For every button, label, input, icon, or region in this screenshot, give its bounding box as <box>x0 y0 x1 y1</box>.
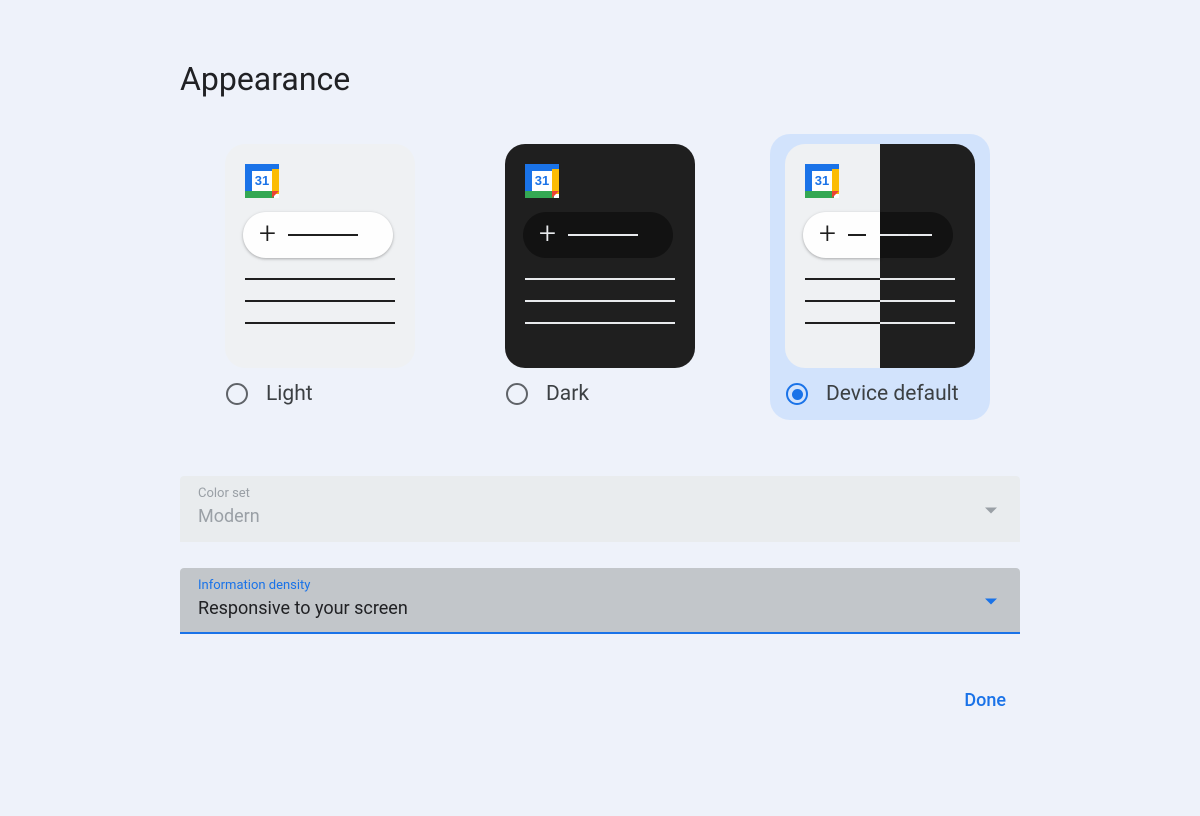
plus-icon: + <box>539 219 556 249</box>
theme-preview-device: 31 + <box>785 144 975 368</box>
dialog-title: Appearance <box>180 60 1020 98</box>
color-set-label: Color set <box>198 486 1002 502</box>
appearance-fields: Color set Modern Information density Res… <box>180 476 1020 634</box>
calendar-icon: 31 <box>805 164 839 198</box>
svg-text:31: 31 <box>535 173 549 188</box>
preview-lines <box>525 278 675 344</box>
preview-bar <box>288 234 358 236</box>
color-set-value: Modern <box>198 506 1002 527</box>
preview-create-pill: + <box>243 212 393 258</box>
preview-lines-right <box>880 278 955 344</box>
theme-preview-light: 31 + <box>225 144 415 368</box>
plus-icon: + <box>819 219 836 249</box>
density-field[interactable]: Information density Responsive to your s… <box>180 568 1020 634</box>
preview-lines <box>245 278 395 344</box>
preview-bar <box>880 234 932 236</box>
dropdown-caret-icon <box>984 591 998 610</box>
svg-text:31: 31 <box>815 173 829 188</box>
preview-create-pill-right <box>880 212 953 258</box>
plus-icon: + <box>259 219 276 249</box>
calendar-icon: 31 <box>525 164 559 198</box>
density-label: Information density <box>198 578 1002 594</box>
theme-preview-dark: 31 + <box>505 144 695 368</box>
radio-label-device: Device default <box>826 382 959 406</box>
radio-light[interactable] <box>226 383 248 405</box>
density-value: Responsive to your screen <box>198 598 1002 619</box>
theme-options: 31 + Light <box>210 134 1020 420</box>
svg-text:31: 31 <box>255 173 269 188</box>
radio-label-dark: Dark <box>546 382 589 406</box>
theme-option-device[interactable]: 31 + <box>770 134 990 420</box>
dropdown-caret-icon <box>984 500 998 519</box>
preview-create-pill-left: + <box>803 212 880 258</box>
preview-lines-left <box>805 278 880 344</box>
radio-dark[interactable] <box>506 383 528 405</box>
preview-bar <box>848 234 866 236</box>
radio-label-light: Light <box>266 382 313 406</box>
theme-option-light[interactable]: 31 + Light <box>210 134 430 420</box>
done-button[interactable]: Done <box>950 682 1020 719</box>
preview-create-pill: + <box>523 212 673 258</box>
preview-bar <box>568 234 638 236</box>
color-set-field[interactable]: Color set Modern <box>180 476 1020 542</box>
appearance-dialog: Appearance 31 + <box>0 0 1200 719</box>
radio-device[interactable] <box>786 383 808 405</box>
theme-option-dark[interactable]: 31 + Dark <box>490 134 710 420</box>
dialog-footer: Done <box>180 682 1020 719</box>
calendar-icon: 31 <box>245 164 279 198</box>
